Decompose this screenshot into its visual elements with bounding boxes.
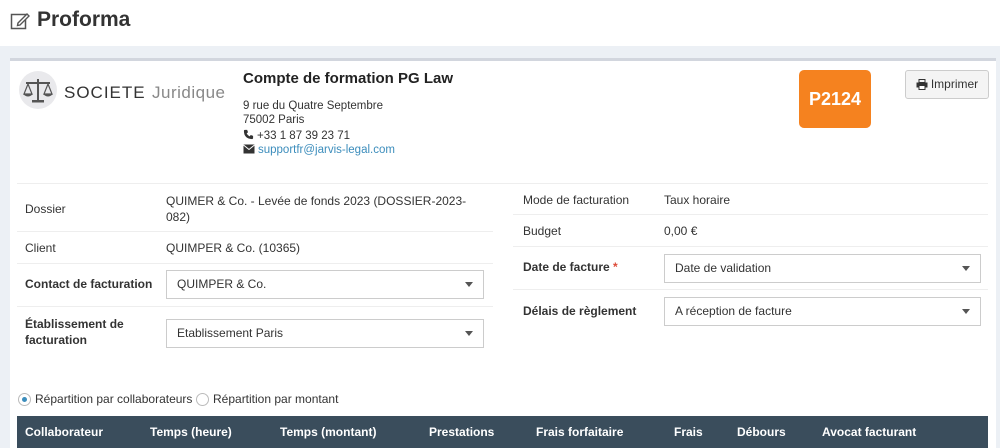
address-line-2: 75002 Paris (243, 114, 305, 126)
logo-word-juridique: Juridique (152, 83, 226, 102)
print-button[interactable]: Imprimer (905, 70, 989, 99)
date-facture-label-text: Date de facture (523, 260, 610, 274)
column-header-frais[interactable]: Frais (674, 425, 703, 439)
printer-icon (916, 79, 928, 90)
contact-label: Contact de facturation (25, 277, 153, 291)
date-facture-select[interactable]: Date de validation (664, 254, 981, 283)
proforma-number-badge: P2124 (799, 70, 871, 128)
email-link[interactable]: supportfr@jarvis-legal.com (258, 144, 395, 156)
date-facture-label: Date de facture * (523, 260, 618, 274)
chevron-down-icon (465, 282, 473, 287)
divider (17, 306, 493, 307)
edit-icon (10, 13, 30, 30)
chevron-down-icon (962, 266, 970, 271)
column-header-temps-heure[interactable]: Temps (heure) (150, 425, 232, 439)
client-value: QUIMPER & Co. (10365) (166, 241, 301, 255)
dossier-label: Dossier (25, 202, 66, 216)
delais-reglement-select[interactable]: A réception de facture (664, 297, 981, 326)
radio-collab-label: Répartition par collaborateurs (35, 392, 193, 406)
envelope-icon (243, 144, 255, 154)
chevron-down-icon (465, 331, 473, 336)
page-header: Proforma (0, 0, 1000, 46)
contact-select[interactable]: QUIMPER & Co. (166, 270, 484, 299)
logo-word-societe: SOCIETE (64, 83, 146, 102)
divider (513, 214, 988, 215)
phone-line: +33 1 87 39 23 71 (243, 129, 350, 142)
etablissement-select[interactable]: Etablissement Paris (166, 319, 484, 348)
client-label: Client (25, 241, 56, 255)
table-header: Collaborateur Temps (heure) Temps (monta… (17, 416, 988, 448)
phone-number: +33 1 87 39 23 71 (257, 130, 351, 142)
contact-select-value: QUIMPER & Co. (177, 277, 267, 291)
column-header-debours[interactable]: Débours (737, 425, 786, 439)
page-title: Proforma (37, 8, 131, 31)
divider (17, 183, 988, 184)
mode-facturation-label: Mode de facturation (523, 193, 630, 207)
delais-reglement-select-value: A réception de facture (675, 304, 792, 318)
address-line-1: 9 rue du Quatre Septembre (243, 100, 383, 112)
mode-facturation-value: Taux horaire (664, 193, 731, 207)
delais-reglement-label: Délais de règlement (523, 304, 637, 318)
email-line: supportfr@jarvis-legal.com (243, 144, 395, 156)
divider (17, 263, 493, 264)
etablissement-label: Établissement de facturation (25, 317, 124, 347)
column-header-avocat-facturant[interactable]: Avocat facturant (822, 425, 916, 439)
radio-dot (196, 393, 209, 406)
radio-dot-selected (18, 393, 31, 406)
date-facture-select-value: Date de validation (675, 261, 772, 275)
divider (17, 231, 493, 232)
print-button-label: Imprimer (930, 77, 979, 91)
column-header-temps-montant[interactable]: Temps (montant) (280, 425, 376, 439)
divider (513, 246, 988, 247)
etablissement-select-value: Etablissement Paris (177, 326, 284, 340)
radio-repartition-collaborateurs[interactable]: Répartition par collaborateurs (18, 392, 192, 406)
company-info: Compte de formation PG Law 9 rue du Quat… (243, 70, 454, 156)
chevron-down-icon (962, 309, 970, 314)
radio-repartition-montant[interactable]: Répartition par montant (196, 392, 338, 406)
column-header-prestations[interactable]: Prestations (429, 425, 494, 439)
company-name: Compte de formation PG Law (243, 70, 454, 87)
column-header-collaborateur[interactable]: Collaborateur (25, 425, 103, 439)
budget-value: 0,00 € (664, 224, 698, 238)
scale-icon (19, 71, 57, 109)
required-marker: * (613, 260, 618, 274)
company-logo: SOCIETE Juridique (18, 70, 233, 122)
budget-label: Budget (523, 224, 562, 238)
dossier-value: QUIMER & Co. - Levée de fonds 2023 (DOSS… (166, 194, 467, 224)
divider (513, 289, 988, 290)
column-header-frais-forfaitaire[interactable]: Frais forfaitaire (536, 425, 623, 439)
radio-montant-label: Répartition par montant (213, 392, 339, 406)
phone-icon (243, 129, 254, 140)
